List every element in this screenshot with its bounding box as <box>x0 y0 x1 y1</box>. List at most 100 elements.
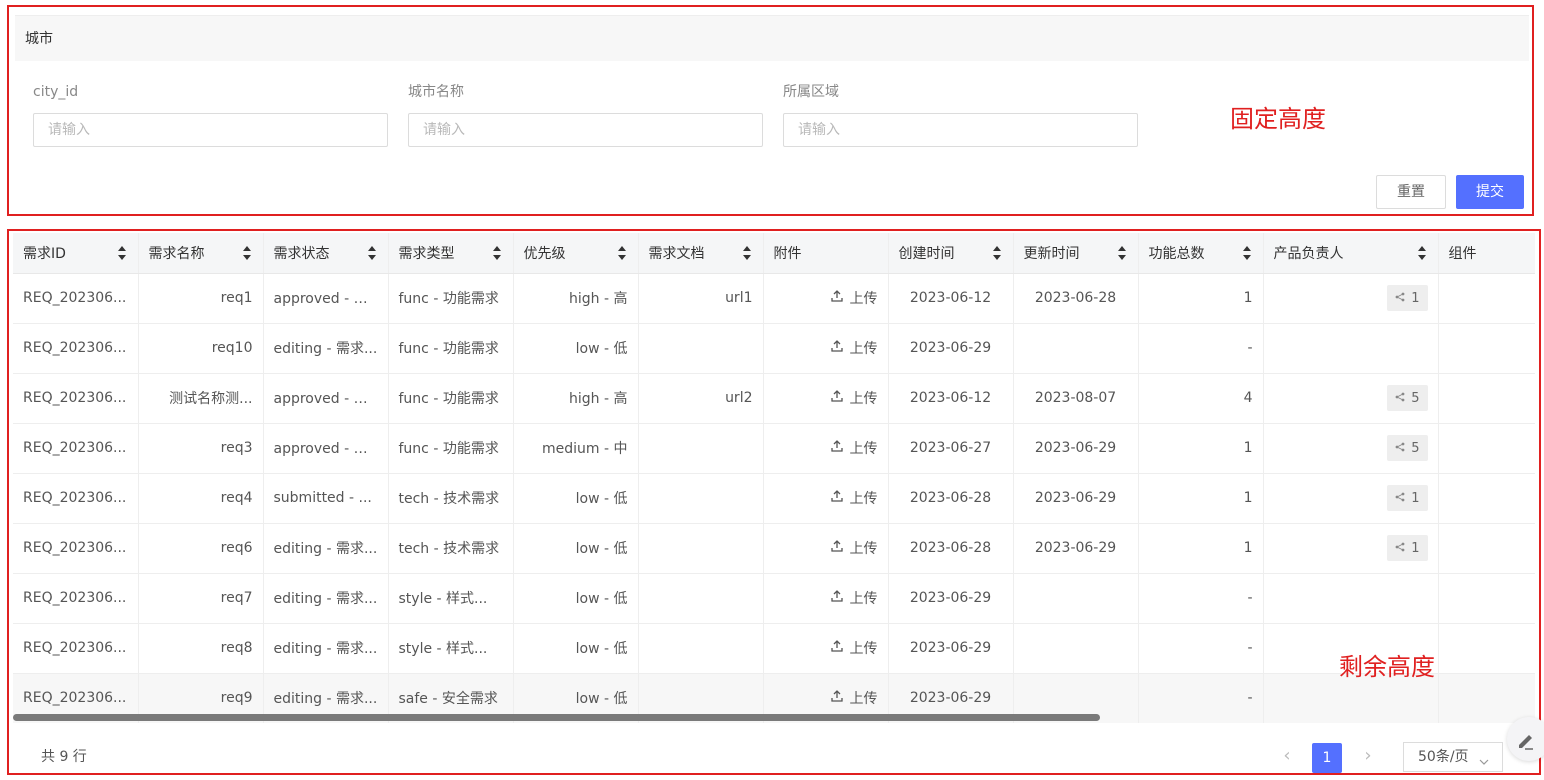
sort-icon[interactable] <box>742 246 751 260</box>
table-row[interactable]: REQ_202306... req8 editing - 需求... style - … <box>13 623 1535 674</box>
cell-feature-count: - <box>1138 573 1264 624</box>
upload-button[interactable]: 上传 <box>830 488 878 508</box>
column-header[interactable]: 更新时间 <box>1013 233 1139 274</box>
table-row[interactable]: REQ_202306... req3 approved - 已... func - 功… <box>13 423 1535 474</box>
cell-component <box>1438 273 1535 324</box>
table-row[interactable]: REQ_202306... 测试名称测... approved - 已... func… <box>13 373 1535 424</box>
column-header[interactable]: 需求文档 <box>638 233 764 274</box>
cell-created: 2023-06-29 <box>888 623 1014 674</box>
share-icon <box>1395 391 1405 406</box>
sort-icon[interactable] <box>242 246 251 260</box>
cell-name: 测试名称测... <box>138 373 264 424</box>
upload-icon <box>830 439 844 457</box>
cell-type: style - 样式... <box>388 623 514 674</box>
cell-priority: high - 高 <box>513 273 639 324</box>
cell-type: func - 功能需求 <box>388 323 514 374</box>
cell-updated: 2023-06-29 <box>1013 523 1139 574</box>
cell-updated: 2023-06-29 <box>1013 473 1139 524</box>
upload-button[interactable]: 上传 <box>830 438 878 458</box>
cell-id: REQ_202306... <box>13 473 139 524</box>
cell-priority: low - 低 <box>513 573 639 624</box>
page-size-select[interactable]: 50条/页 <box>1403 742 1503 772</box>
page-button-current[interactable]: 1 <box>1312 743 1342 773</box>
cell-doc <box>638 423 764 474</box>
cell-type: style - 样式... <box>388 573 514 624</box>
cell-component <box>1438 323 1535 374</box>
cell-id: REQ_202306... <box>13 273 139 324</box>
sort-icon[interactable] <box>1417 246 1426 260</box>
cell-created: 2023-06-28 <box>888 473 1014 524</box>
table-row[interactable]: REQ_202306... req6 editing - 需求... tech - 技… <box>13 523 1535 574</box>
city-id-input[interactable] <box>33 113 388 147</box>
cell-doc: url1 <box>638 273 764 324</box>
table-row[interactable]: REQ_202306... req7 editing - 需求... style - … <box>13 573 1535 624</box>
cell-priority: high - 高 <box>513 373 639 424</box>
edit-pen-icon[interactable] <box>1507 717 1544 761</box>
table-row[interactable]: REQ_202306... req1 approved - 已... func - 功… <box>13 273 1535 324</box>
cell-priority: low - 低 <box>513 473 639 524</box>
region-input[interactable] <box>783 113 1138 147</box>
table-row[interactable]: REQ_202306... req4 submitted - ... tech - 技… <box>13 473 1535 524</box>
column-header[interactable]: 功能总数 <box>1138 233 1264 274</box>
upload-button[interactable]: 上传 <box>830 288 878 308</box>
chevron-right-icon[interactable]: › <box>1358 745 1378 766</box>
column-header[interactable]: 需求类型 <box>388 233 514 274</box>
owner-count: 1 <box>1411 490 1420 506</box>
owner-chip[interactable]: 5 <box>1387 385 1428 411</box>
cell-attachment: 上传 <box>763 373 889 424</box>
cell-name: req1 <box>138 273 264 324</box>
upload-icon <box>830 289 844 307</box>
owner-count: 1 <box>1411 290 1420 306</box>
sort-icon[interactable] <box>1242 246 1251 260</box>
sort-icon[interactable] <box>617 246 626 260</box>
cell-component <box>1438 573 1535 624</box>
sort-icon[interactable] <box>1117 246 1126 260</box>
cell-attachment: 上传 <box>763 573 889 624</box>
cell-component <box>1438 623 1535 674</box>
table-container: 需求ID 需求名称 需求状态 需求类型 优先级 需求文档 附件 创建时间 更新时… <box>13 233 1535 723</box>
column-header[interactable]: 产品负责人 <box>1263 233 1439 274</box>
submit-button[interactable]: 提交 <box>1456 175 1524 209</box>
sort-icon[interactable] <box>992 246 1001 260</box>
sort-icon[interactable] <box>367 246 376 260</box>
owner-chip[interactable]: 1 <box>1387 285 1428 311</box>
upload-button[interactable]: 上传 <box>830 588 878 608</box>
cell-attachment: 上传 <box>763 523 889 574</box>
upload-label: 上传 <box>849 341 878 357</box>
cell-attachment: 上传 <box>763 623 889 674</box>
cell-owner: 5 <box>1263 373 1439 424</box>
owner-chip[interactable]: 5 <box>1387 435 1428 461</box>
cell-feature-count: - <box>1138 673 1264 723</box>
column-header[interactable]: 需求ID <box>13 233 139 274</box>
sort-icon[interactable] <box>492 246 501 260</box>
chevron-left-icon[interactable]: ‹ <box>1277 745 1297 766</box>
upload-button[interactable]: 上传 <box>830 388 878 408</box>
owner-chip[interactable]: 1 <box>1387 485 1428 511</box>
cell-priority: low - 低 <box>513 323 639 374</box>
sort-icon[interactable] <box>117 246 126 260</box>
table-row[interactable]: REQ_202306... req10 editing - 需求... func - … <box>13 323 1535 374</box>
column-header[interactable]: 需求状态 <box>263 233 389 274</box>
fixed-height-region: 城市 city_id 城市名称 所属区域 固定高度 重置 提交 <box>7 5 1534 216</box>
owner-chip[interactable]: 1 <box>1387 535 1428 561</box>
share-icon <box>1395 541 1405 556</box>
cell-attachment: 上传 <box>763 273 889 324</box>
upload-button[interactable]: 上传 <box>830 688 878 708</box>
reset-button[interactable]: 重置 <box>1376 175 1446 209</box>
upload-button[interactable]: 上传 <box>830 538 878 558</box>
column-header[interactable]: 需求名称 <box>138 233 264 274</box>
horizontal-scrollbar[interactable] <box>13 714 1100 721</box>
column-header[interactable]: 优先级 <box>513 233 639 274</box>
cell-attachment: 上传 <box>763 423 889 474</box>
upload-icon <box>830 689 844 707</box>
cell-type: tech - 技术需求 <box>388 473 514 524</box>
upload-label: 上传 <box>849 591 878 607</box>
upload-icon <box>830 639 844 657</box>
city-name-label: 城市名称 <box>408 84 464 100</box>
upload-button[interactable]: 上传 <box>830 638 878 658</box>
remaining-height-region: 需求ID 需求名称 需求状态 需求类型 优先级 需求文档 附件 创建时间 更新时… <box>7 229 1544 775</box>
column-header[interactable]: 创建时间 <box>888 233 1014 274</box>
city-name-input[interactable] <box>408 113 763 147</box>
column-header: 组件 <box>1438 233 1535 274</box>
upload-button[interactable]: 上传 <box>830 338 878 358</box>
